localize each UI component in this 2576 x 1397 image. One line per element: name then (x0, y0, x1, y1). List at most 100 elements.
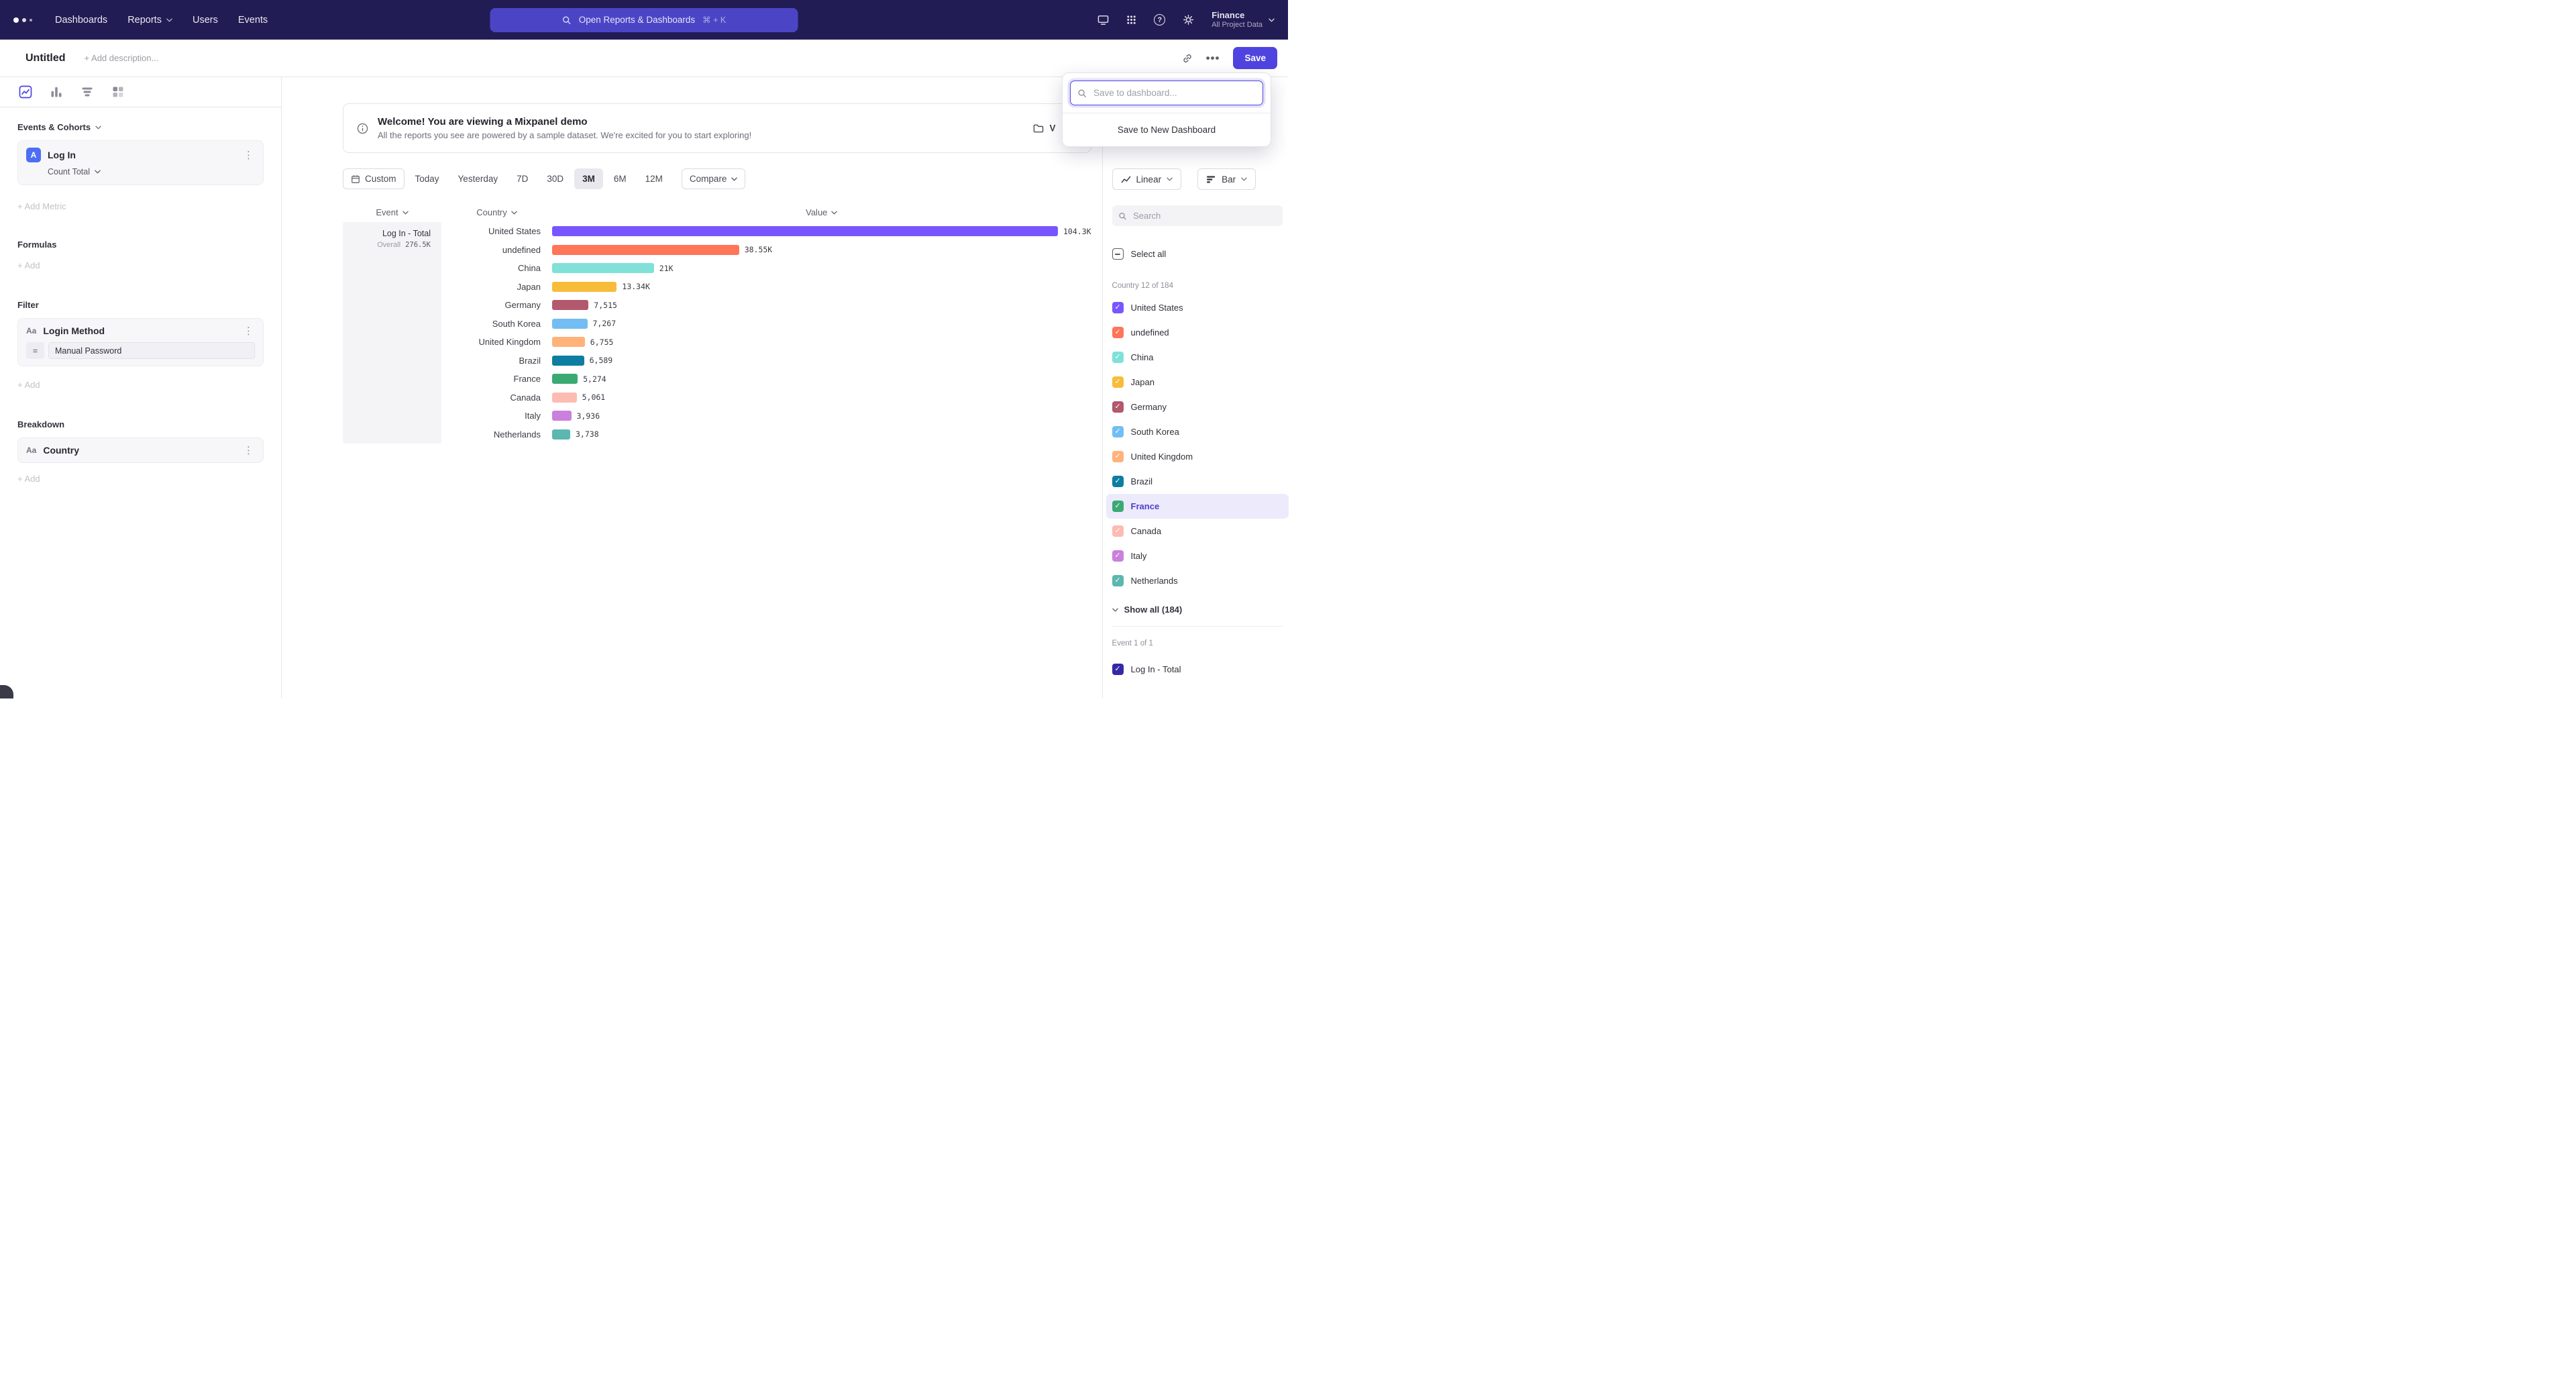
save-dashboard-input[interactable] (1092, 87, 1256, 99)
chart-type-selector[interactable]: Bar (1197, 168, 1256, 190)
breakdown-card[interactable]: Aa Country ⋮ (17, 437, 264, 463)
report-title[interactable]: Untitled (25, 52, 66, 64)
filter-card[interactable]: Aa Login Method ⋮ = Manual Password (17, 318, 264, 366)
value-bar[interactable] (552, 282, 616, 292)
checkbox-united-states[interactable]: ✓ (1112, 302, 1124, 313)
value-bar[interactable] (552, 374, 578, 384)
apps-grid-icon[interactable] (1126, 15, 1136, 25)
add-description-field[interactable]: + Add description... (85, 53, 159, 63)
mixpanel-logo[interactable] (13, 17, 32, 23)
legend-row-germany[interactable]: ✓Germany (1106, 395, 1289, 419)
legend-row-canada[interactable]: ✓Canada (1106, 519, 1289, 544)
value-bar[interactable] (552, 300, 588, 310)
tab-flows-icon[interactable] (80, 85, 94, 99)
date-button-custom[interactable]: Custom (343, 168, 405, 189)
checkbox-log-in-total[interactable]: ✓ (1112, 664, 1124, 675)
metric-event-name[interactable]: Log In (48, 150, 235, 160)
value-bar[interactable] (552, 429, 570, 439)
save-button[interactable]: Save (1233, 47, 1277, 69)
nav-item-events[interactable]: Events (238, 15, 268, 25)
filter-value-field[interactable]: Manual Password (48, 342, 255, 359)
value-bar[interactable] (552, 337, 585, 347)
legend-row-italy[interactable]: ✓Italy (1106, 544, 1289, 568)
legend-row-japan[interactable]: ✓Japan (1106, 370, 1289, 395)
checkbox-germany[interactable]: ✓ (1112, 401, 1124, 413)
nav-item-users[interactable]: Users (193, 15, 218, 25)
data-management-icon[interactable] (1097, 14, 1109, 25)
checkbox-netherlands[interactable]: ✓ (1112, 575, 1124, 586)
date-button-yesterday[interactable]: Yesterday (450, 168, 506, 189)
show-all-button[interactable]: Show all (184) (1112, 605, 1283, 615)
add-metric-button[interactable]: + Add Metric (17, 201, 264, 211)
filter-operator[interactable]: = (26, 342, 44, 359)
checkbox-japan[interactable]: ✓ (1112, 376, 1124, 388)
metric-card[interactable]: A Log In ⋮ Count Total (17, 140, 264, 185)
value-bar[interactable] (552, 356, 584, 366)
nav-item-reports[interactable]: Reports (127, 15, 172, 25)
legend-row-united-kingdom[interactable]: ✓United Kingdom (1106, 444, 1289, 469)
add-breakdown-button[interactable]: + Add (17, 474, 264, 484)
legend-search-input[interactable] (1132, 210, 1276, 221)
checkbox-canada[interactable]: ✓ (1112, 525, 1124, 537)
date-button-3m[interactable]: 3M (574, 168, 603, 189)
kebab-menu-icon[interactable]: ⋮ (242, 446, 255, 456)
value-bar[interactable] (552, 226, 1058, 236)
floating-widget[interactable] (0, 685, 13, 698)
aggregation-selector[interactable]: Count Total (48, 167, 255, 176)
legend-search[interactable] (1112, 205, 1283, 226)
date-button-12m[interactable]: 12M (637, 168, 671, 189)
legend-row-china[interactable]: ✓China (1106, 345, 1289, 370)
more-options-icon[interactable]: ••• (1206, 52, 1220, 64)
date-button-30d[interactable]: 30D (539, 168, 572, 189)
tab-retention-icon[interactable] (111, 85, 125, 99)
column-header-country[interactable]: Country (441, 207, 552, 217)
date-button-7d[interactable]: 7D (508, 168, 536, 189)
tab-insights-icon[interactable] (19, 85, 32, 99)
checkbox-brazil[interactable]: ✓ (1112, 476, 1124, 487)
save-to-new-dashboard-option[interactable]: Save to New Dashboard (1063, 113, 1271, 146)
date-button-today[interactable]: Today (407, 168, 447, 189)
add-filter-button[interactable]: + Add (17, 380, 264, 390)
banner-action-button[interactable]: V (1033, 123, 1056, 134)
legend-row-undefined[interactable]: ✓undefined (1106, 320, 1289, 345)
legend-row-log-in-total[interactable]: ✓ Log In - Total (1106, 657, 1289, 682)
legend-row-united-states[interactable]: ✓United States (1106, 295, 1289, 320)
settings-gear-icon[interactable] (1183, 14, 1194, 25)
checkbox-south-korea[interactable]: ✓ (1112, 426, 1124, 437)
project-selector[interactable]: Finance All Project Data (1212, 10, 1275, 30)
compare-button[interactable]: Compare (682, 168, 746, 189)
checkbox-china[interactable]: ✓ (1112, 352, 1124, 363)
value-bar[interactable] (552, 411, 572, 421)
legend-row-south-korea[interactable]: ✓South Korea (1106, 419, 1289, 444)
breakdown-property-name[interactable]: Country (43, 445, 235, 456)
events-cohorts-section-title[interactable]: Events & Cohorts (17, 122, 264, 132)
value-bar[interactable] (552, 393, 577, 403)
column-header-event[interactable]: Event (343, 207, 441, 217)
legend-row-brazil[interactable]: ✓Brazil (1106, 469, 1289, 494)
checkbox-undefined[interactable]: ✓ (1112, 327, 1124, 338)
add-formula-button[interactable]: + Add (17, 260, 264, 270)
chart-row-japan: Japan13.34K (441, 278, 1091, 297)
column-header-value[interactable]: Value (552, 207, 1091, 217)
value-bar[interactable] (552, 263, 654, 273)
legend-row-france[interactable]: ✓France (1106, 494, 1289, 519)
checkbox-united-kingdom[interactable]: ✓ (1112, 451, 1124, 462)
legend-row-netherlands[interactable]: ✓Netherlands (1106, 568, 1289, 593)
value-bar[interactable] (552, 319, 588, 329)
copy-link-icon[interactable] (1182, 53, 1193, 64)
global-search-button[interactable]: Open Reports & Dashboards ⌘ + K (490, 8, 798, 32)
tab-funnels-icon[interactable] (50, 85, 63, 99)
kebab-menu-icon[interactable]: ⋮ (242, 326, 255, 336)
nav-item-dashboards[interactable]: Dashboards (55, 15, 107, 25)
help-icon[interactable]: ? (1154, 14, 1165, 25)
select-all-checkbox[interactable] (1112, 248, 1124, 260)
filter-property-name[interactable]: Login Method (43, 325, 235, 336)
save-dashboard-search[interactable] (1070, 81, 1263, 105)
select-all-row[interactable]: Select all (1112, 248, 1283, 260)
value-bar[interactable] (552, 245, 739, 255)
kebab-menu-icon[interactable]: ⋮ (242, 150, 255, 160)
checkbox-italy[interactable]: ✓ (1112, 550, 1124, 562)
line-style-selector[interactable]: Linear (1112, 168, 1182, 190)
date-button-6m[interactable]: 6M (606, 168, 635, 189)
checkbox-france[interactable]: ✓ (1112, 501, 1124, 512)
